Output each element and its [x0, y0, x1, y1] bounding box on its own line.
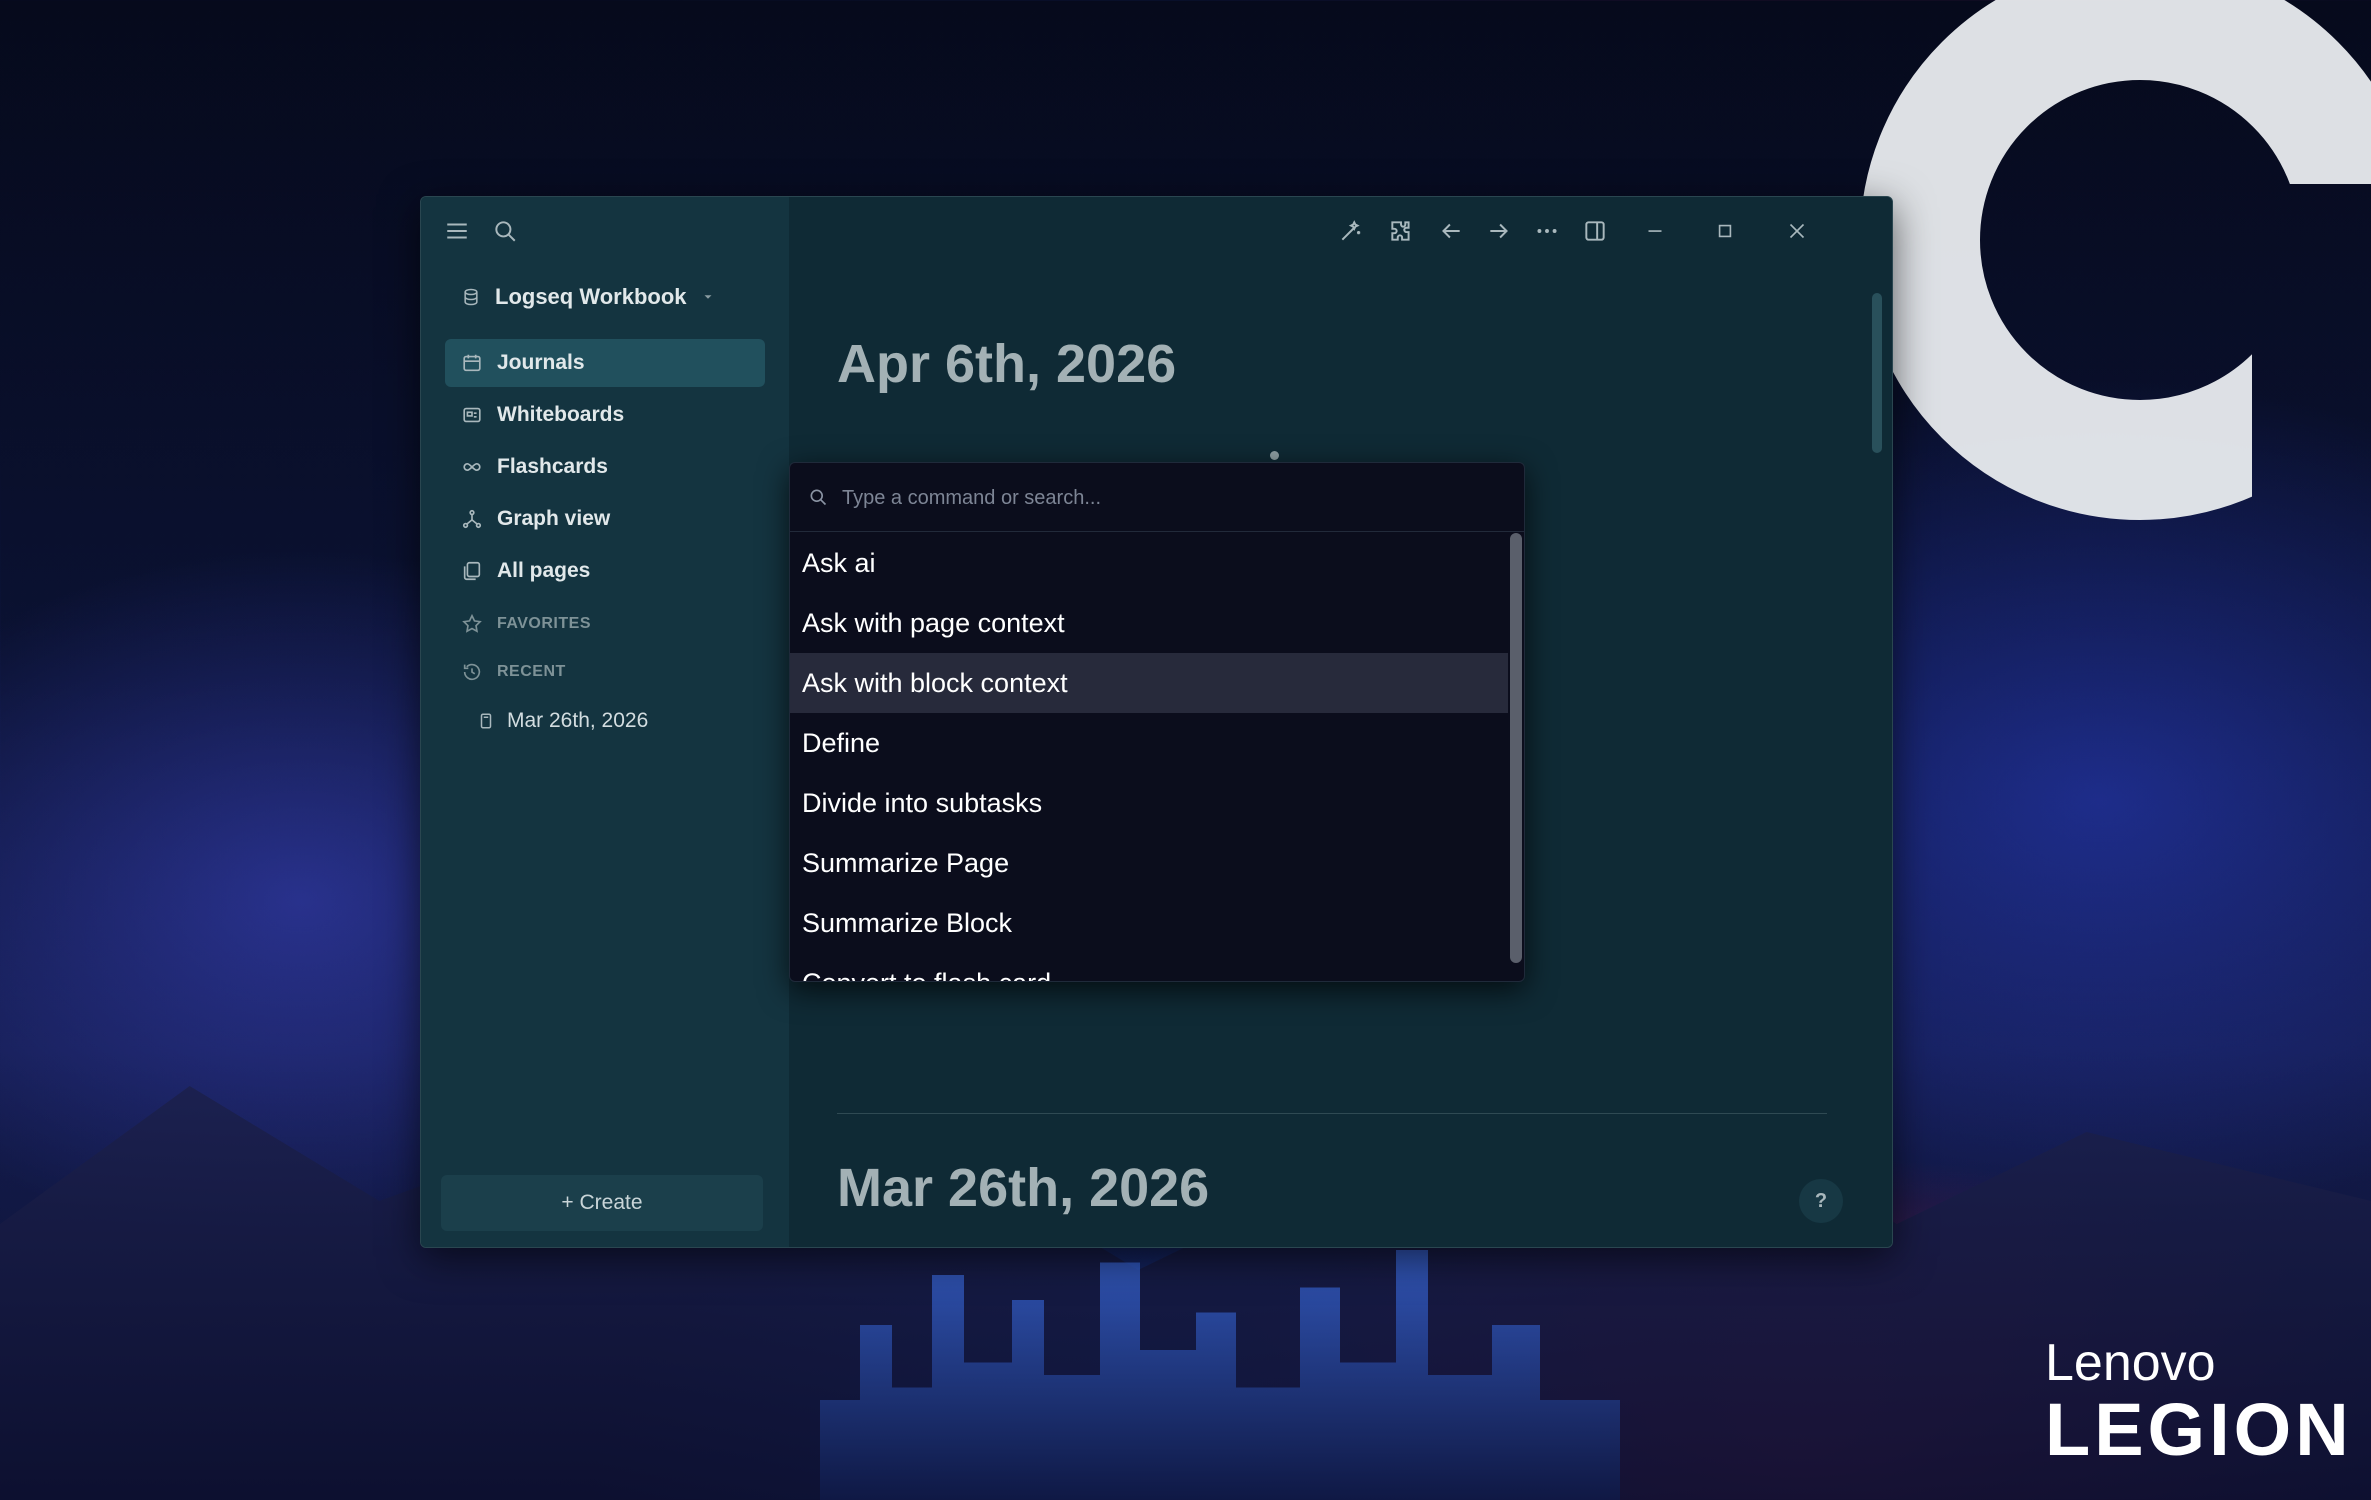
brand-bottom-text: LEGION [2045, 1388, 2353, 1471]
command-search-input[interactable] [840, 477, 1504, 519]
sidebar-item-label: Flashcards [497, 455, 608, 478]
arrow-left-icon[interactable] [1431, 211, 1471, 251]
menu-icon[interactable] [437, 211, 477, 251]
search-icon [810, 489, 827, 506]
left-sidebar: Logseq Workbook Journals Whiteboards Fla… [421, 197, 789, 1247]
pages-icon [463, 561, 481, 581]
search-icon[interactable] [485, 211, 525, 251]
graph-icon [462, 509, 482, 529]
command-item-define[interactable]: Define [790, 713, 1508, 773]
create-button[interactable]: + Create [441, 1175, 763, 1231]
brand-top-text: Lenovo [2045, 1334, 2216, 1392]
command-popup: Ask ai Ask with page context Ask with bl… [789, 462, 1525, 982]
page-icon [480, 713, 492, 729]
block-bullet[interactable] [1270, 451, 1279, 460]
favorites-section-header[interactable]: FAVORITES [461, 609, 591, 639]
sidebar-nav: Journals Whiteboards Flashcards Graph vi… [445, 339, 765, 599]
journal-title-mar-26[interactable]: Mar 26th, 2026 [837, 1157, 1209, 1219]
command-item-summarize-block[interactable]: Summarize Block [790, 893, 1508, 953]
sidebar-item-graph-view[interactable]: Graph view [445, 495, 765, 543]
sidebar-item-all-pages[interactable]: All pages [445, 547, 765, 595]
sidebar-item-label: Journals [497, 351, 585, 374]
database-icon [464, 288, 478, 306]
sidebar-item-label: Whiteboards [497, 403, 625, 426]
journal-title-apr-6[interactable]: Apr 6th, 2026 [837, 333, 1176, 395]
graph-name: Logseq Workbook [495, 284, 687, 309]
whiteboard-icon [463, 407, 481, 423]
puzzle-icon[interactable] [1381, 211, 1421, 251]
sidebar-item-flashcards[interactable]: Flashcards [445, 443, 765, 491]
wallpaper-ring-graphic [1860, 0, 2371, 520]
right-sidebar-toggle-icon[interactable] [1575, 211, 1615, 251]
command-search-bar [790, 463, 1524, 532]
recent-label: RECENT [497, 663, 566, 680]
calendar-icon [463, 354, 481, 372]
journal-divider [837, 1113, 1827, 1114]
magic-wand-icon[interactable] [1331, 211, 1371, 251]
recent-item-label: Mar 26th, 2026 [507, 709, 649, 732]
history-icon [463, 663, 481, 681]
recent-section-header[interactable]: RECENT [461, 657, 566, 687]
help-button[interactable]: ? [1799, 1179, 1843, 1223]
maximize-icon[interactable] [1705, 211, 1745, 251]
command-item-summarize-page[interactable]: Summarize Page [790, 833, 1508, 893]
command-item-ask-block-context[interactable]: Ask with block context [790, 653, 1508, 713]
star-icon [462, 613, 482, 633]
command-list-scrollbar[interactable] [1510, 533, 1522, 963]
infinity-icon [463, 462, 481, 472]
more-icon[interactable] [1527, 211, 1567, 251]
sidebar-item-journals[interactable]: Journals [445, 339, 765, 387]
command-item-divide-subtasks[interactable]: Divide into subtasks [790, 773, 1508, 833]
graph-selector[interactable]: Logseq Workbook [461, 279, 715, 315]
command-item-ask-page-context[interactable]: Ask with page context [790, 593, 1508, 653]
sidebar-item-whiteboards[interactable]: Whiteboards [445, 391, 765, 439]
favorites-label: FAVORITES [497, 615, 591, 632]
minimize-icon[interactable] [1635, 211, 1675, 251]
wallpaper-brand-logo: Lenovo LEGION [2045, 1335, 2353, 1469]
command-item-ask-ai[interactable]: Ask ai [790, 533, 1508, 593]
close-icon[interactable] [1777, 211, 1817, 251]
main-scrollbar-thumb[interactable] [1872, 293, 1882, 453]
recent-item-mar-26[interactable]: Mar 26th, 2026 [477, 703, 648, 739]
sidebar-item-label: All pages [497, 559, 591, 582]
sidebar-item-label: Graph view [497, 507, 611, 530]
command-list: Ask ai Ask with page context Ask with bl… [790, 533, 1508, 981]
command-item-convert-flash-card[interactable]: Convert to flash card [790, 953, 1508, 982]
arrow-right-icon[interactable] [1479, 211, 1519, 251]
caret-down-icon [704, 295, 711, 299]
